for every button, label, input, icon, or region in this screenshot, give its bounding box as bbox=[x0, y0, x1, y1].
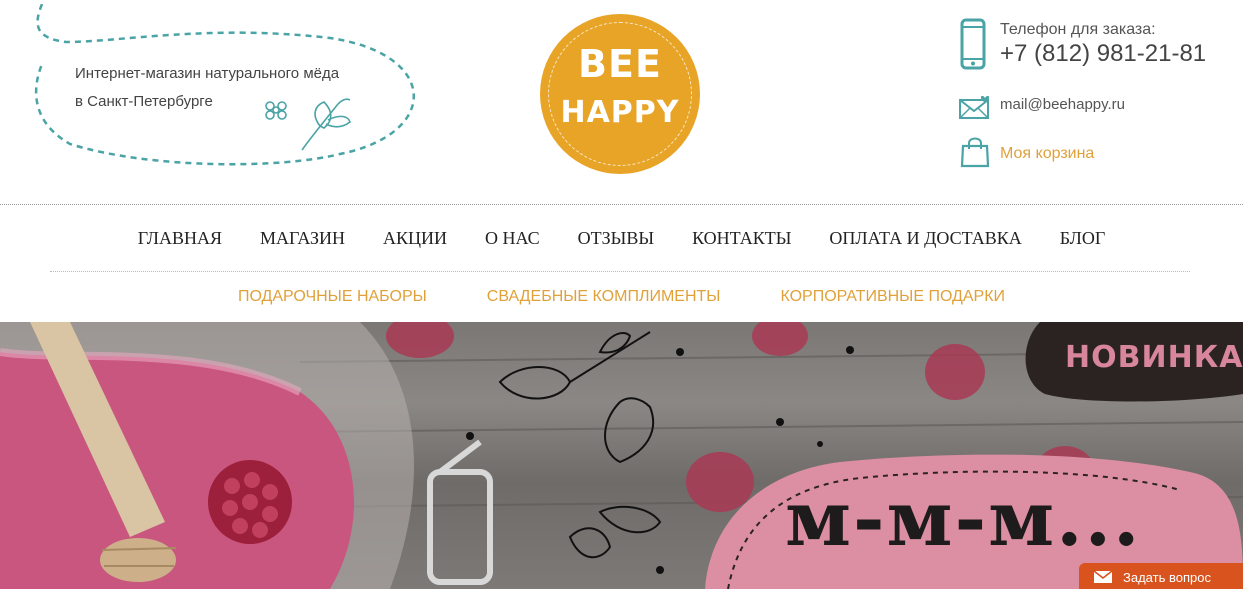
envelope-icon bbox=[1093, 570, 1113, 583]
logo-line-2: HAPPY bbox=[560, 95, 680, 130]
sub-nav: ПОДАРОЧНЫЕ НАБОРЫ СВАДЕБНЫЕ КОМПЛИМЕНТЫ … bbox=[0, 286, 1243, 308]
nav-item-payment-delivery[interactable]: ОПЛАТА И ДОСТАВКА bbox=[829, 226, 1021, 250]
nav-item-about[interactable]: О НАС bbox=[485, 226, 540, 250]
main-nav: ГЛАВНАЯ МАГАЗИН АКЦИИ О НАС ОТЗЫВЫ КОНТА… bbox=[0, 226, 1243, 250]
ask-question-label: Задать вопрос bbox=[1123, 570, 1211, 585]
ask-question-button[interactable]: Задать вопрос bbox=[1079, 563, 1243, 589]
logo-line-1: BEE bbox=[578, 42, 662, 86]
nav-item-blog[interactable]: БЛОГ bbox=[1060, 226, 1106, 250]
phone-icon bbox=[960, 18, 986, 70]
flower-icon bbox=[265, 98, 351, 151]
phone-number[interactable]: +7 (812) 981-21-81 bbox=[1000, 40, 1206, 68]
tagline-line-1: Интернет-магазин натурального мёда bbox=[75, 65, 340, 82]
nav-divider bbox=[50, 271, 1190, 272]
cart-icon bbox=[960, 137, 990, 168]
site-header: Интернет-магазин натурального мёда в Сан… bbox=[0, 0, 1243, 205]
logo[interactable]: BEE HAPPY bbox=[540, 14, 700, 174]
nav-item-contacts[interactable]: КОНТАКТЫ bbox=[692, 226, 791, 250]
new-badge: НОВИНКА! bbox=[1065, 340, 1243, 375]
nav-item-reviews[interactable]: ОТЗЫВЫ bbox=[578, 226, 654, 250]
subnav-item-corporate-gifts[interactable]: КОРПОРАТИВНЫЕ ПОДАРКИ bbox=[780, 286, 1005, 308]
nav-item-shop[interactable]: МАГАЗИН bbox=[260, 226, 345, 250]
phone-label: Телефон для заказа: bbox=[1000, 21, 1156, 38]
nav-item-home[interactable]: ГЛАВНАЯ bbox=[138, 226, 222, 250]
subnav-item-gift-sets[interactable]: ПОДАРОЧНЫЕ НАБОРЫ bbox=[238, 286, 427, 308]
hero-banner[interactable]: НОВИНКА! м-м-м... bbox=[0, 322, 1243, 589]
header-divider bbox=[0, 204, 1243, 205]
cart-link[interactable]: Моя корзина bbox=[1000, 145, 1094, 163]
hero-headline: м-м-м... bbox=[785, 474, 1142, 563]
nav-item-promotions[interactable]: АКЦИИ bbox=[383, 226, 447, 250]
email-link[interactable]: mail@beehappy.ru bbox=[1000, 96, 1125, 113]
subnav-item-wedding-favors[interactable]: СВАДЕБНЫЕ КОМПЛИМЕНТЫ bbox=[487, 286, 721, 308]
mail-icon bbox=[959, 95, 990, 119]
